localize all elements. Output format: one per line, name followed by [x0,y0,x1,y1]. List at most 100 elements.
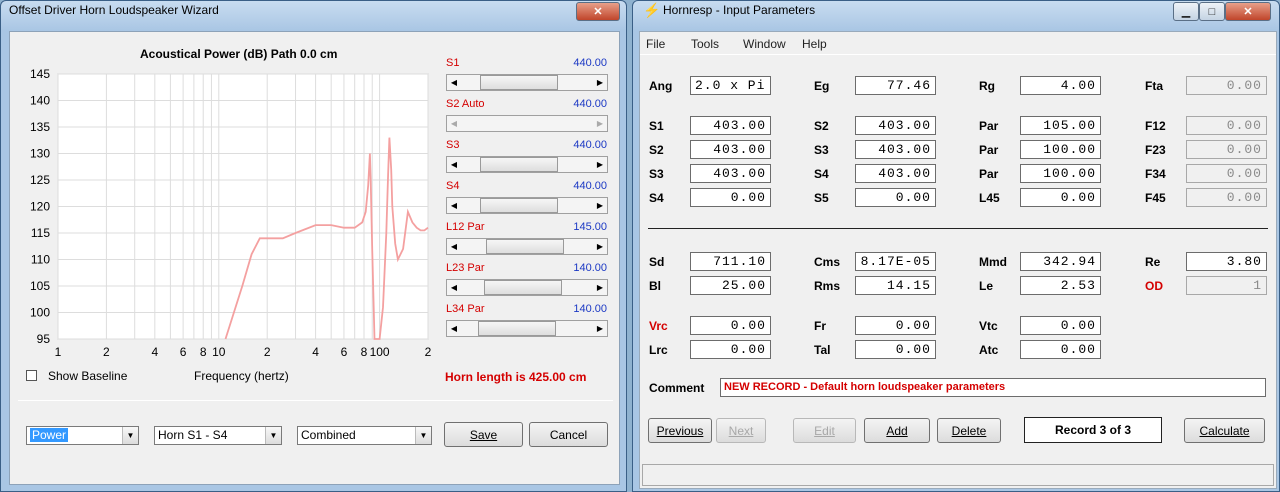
y-tick-label: 145 [30,67,50,81]
label-r2-s3: S3 [814,143,829,157]
field-r2-par[interactable]: 100.00 [1020,140,1101,159]
delete-button[interactable]: Delete [937,418,1001,443]
arrow-right-icon[interactable]: ▶ [593,280,607,295]
x-tick-label: 2 [103,345,110,359]
x-tick-label: 2 [264,345,271,359]
x-axis-label: Frequency (hertz) [194,369,289,383]
field-ang[interactable]: 2.0 x Pi [690,76,771,95]
field-l45[interactable]: 0.00 [1020,188,1101,207]
field-r2-s3[interactable]: 403.00 [855,140,936,159]
field-r1-s2[interactable]: 403.00 [855,116,936,135]
field-le[interactable]: 2.53 [1020,276,1101,295]
menu-item-window[interactable]: Window [743,37,786,51]
field-r1-par[interactable]: 105.00 [1020,116,1101,135]
field-lrc[interactable]: 0.00 [690,340,771,359]
arrow-right-icon[interactable]: ▶ [593,75,607,90]
menu-item-tools[interactable]: Tools [691,37,719,51]
arrow-right-icon[interactable]: ▶ [593,321,607,336]
calculate-button[interactable]: Calculate [1184,418,1265,443]
section-combo[interactable]: Horn S1 - S4 ▼ [154,426,282,445]
field-f12[interactable]: 0.00 [1186,116,1267,135]
slider-thumb[interactable] [478,321,556,336]
field-f45[interactable]: 0.00 [1186,188,1267,207]
arrow-left-icon[interactable]: ◀ [447,157,461,172]
menu-item-file[interactable]: File [646,37,665,51]
mode-combo-value: Power [30,428,69,442]
add-button[interactable]: Add [864,418,930,443]
slider-track[interactable]: ◀ ▶ [446,156,608,173]
comment-field[interactable]: NEW RECORD - Default horn loudspeaker pa… [720,378,1266,397]
field-r4-s5[interactable]: 0.00 [855,188,936,207]
field-r1-s1[interactable]: 403.00 [690,116,771,135]
slider-value: 440.00 [573,98,607,110]
slider-thumb[interactable] [484,280,562,295]
previous-button[interactable]: Previous [648,418,712,443]
arrow-right-icon[interactable]: ▶ [593,116,607,131]
arrow-left-icon[interactable]: ◀ [447,198,461,213]
menu-item-help[interactable]: Help [802,37,827,51]
x-tick-label: 8 [200,345,207,359]
field-r3-par[interactable]: 100.00 [1020,164,1101,183]
field-eg[interactable]: 77.46 [855,76,936,95]
field-mmd[interactable]: 342.94 [1020,252,1101,271]
slider-thumb[interactable] [480,75,558,90]
x-tick-label: 4 [312,345,319,359]
arrow-right-icon[interactable]: ▶ [593,198,607,213]
slider-track[interactable]: ◀ ▶ [446,238,608,255]
next-button[interactable]: Next [716,418,766,443]
section-divider [648,228,1268,229]
arrow-right-icon[interactable]: ▶ [593,157,607,172]
chevron-down-icon[interactable]: ▼ [122,427,138,444]
edit-button[interactable]: Edit [793,418,856,443]
field-r3-s4[interactable]: 403.00 [855,164,936,183]
field-bl[interactable]: 25.00 [690,276,771,295]
field-f34[interactable]: 0.00 [1186,164,1267,183]
save-button[interactable]: Save [444,422,523,447]
hornresp-titlebar[interactable]: ⚡ Hornresp - Input Parameters ▁ □ ✕ [633,1,1279,33]
field-r4-s4[interactable]: 0.00 [690,188,771,207]
field-vtc[interactable]: 0.00 [1020,316,1101,335]
field-sd[interactable]: 711.10 [690,252,771,271]
close-icon[interactable]: ✕ [576,2,620,21]
mode-combo[interactable]: Power ▼ [26,426,139,445]
slider-thumb[interactable] [480,198,558,213]
arrow-left-icon[interactable]: ◀ [447,239,461,254]
field-rms[interactable]: 14.15 [855,276,936,295]
field-re[interactable]: 3.80 [1186,252,1267,271]
chevron-down-icon[interactable]: ▼ [265,427,281,444]
field-od[interactable]: 1 [1186,276,1267,295]
field-f23[interactable]: 0.00 [1186,140,1267,159]
slider-track[interactable]: ◀ ▶ [446,115,608,132]
slider-thumb[interactable] [480,157,558,172]
field-r2-s2[interactable]: 403.00 [690,140,771,159]
arrow-left-icon[interactable]: ◀ [447,75,461,90]
field-vrc[interactable]: 0.00 [690,316,771,335]
field-fr[interactable]: 0.00 [855,316,936,335]
slider-thumb[interactable] [486,239,564,254]
type-combo[interactable]: Combined ▼ [297,426,432,445]
slider-track[interactable]: ◀ ▶ [446,320,608,337]
field-atc[interactable]: 0.00 [1020,340,1101,359]
field-cms[interactable]: 8.17E-05 [855,252,936,271]
show-baseline-label: Show Baseline [48,369,128,383]
slider-track[interactable]: ◀ ▶ [446,197,608,214]
maximize-icon[interactable]: □ [1199,2,1225,21]
show-baseline-checkbox[interactable] [26,370,37,381]
cancel-button[interactable]: Cancel [529,422,608,447]
x-tick-label: 1 [55,345,62,359]
field-fta[interactable]: 0.00 [1186,76,1267,95]
close-icon[interactable]: ✕ [1225,2,1271,21]
arrow-right-icon[interactable]: ▶ [593,239,607,254]
minimize-icon[interactable]: ▁ [1173,2,1199,21]
field-rg[interactable]: 4.00 [1020,76,1101,95]
label-l45: L45 [979,191,1000,205]
slider-track[interactable]: ◀ ▶ [446,74,608,91]
chevron-down-icon[interactable]: ▼ [415,427,431,444]
slider-track[interactable]: ◀ ▶ [446,279,608,296]
field-r3-s3[interactable]: 403.00 [690,164,771,183]
arrow-left-icon[interactable]: ◀ [447,321,461,336]
arrow-left-icon[interactable]: ◀ [447,280,461,295]
arrow-left-icon[interactable]: ◀ [447,116,461,131]
field-tal[interactable]: 0.00 [855,340,936,359]
wizard-titlebar[interactable]: Offset Driver Horn Loudspeaker Wizard ✕ [1,1,626,33]
